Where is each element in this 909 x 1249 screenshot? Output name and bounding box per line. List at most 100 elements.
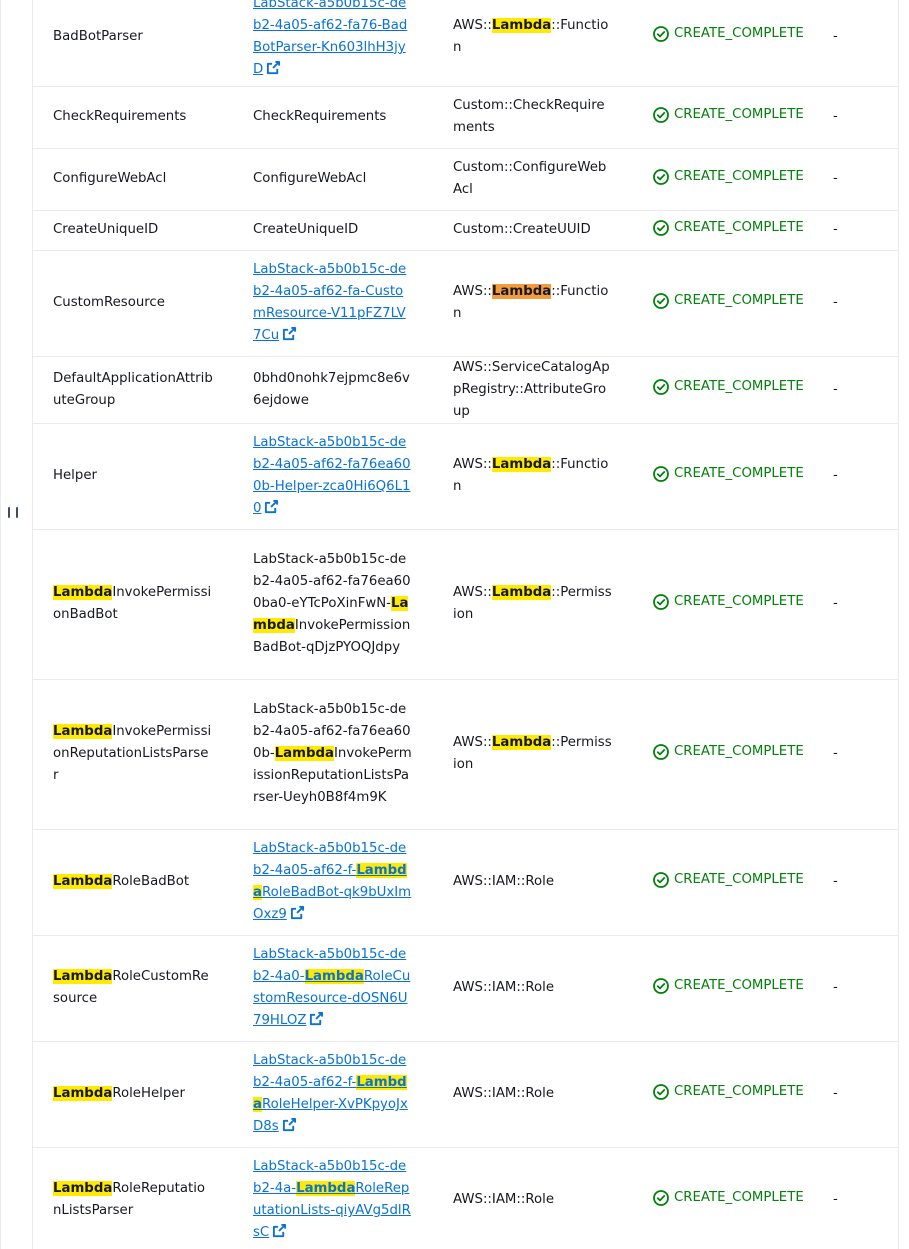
resources-table-container: BadBotParser LabStack-a5b0b15c-deb2-4a05-… [33,0,899,1249]
external-link-icon [267,60,281,74]
search-match: Lambda [53,1086,113,1101]
table-row[interactable]: CustomResource LabStack-a5b0b15c-deb2-4a0… [33,250,898,357]
logical-id-cell: DefaultApplicationAttributeGroup [33,356,233,424]
status-reason-cell: - [813,148,898,211]
stack-resources-panel: BadBotParser LabStack-a5b0b15c-deb2-4a05-… [0,0,909,1249]
table-row[interactable]: LambdaRoleHelper LabStack-a5b0b15c-deb2-4… [33,1041,898,1148]
text-segment: CheckRequirements [53,109,187,124]
table-row[interactable]: CreateUniqueID CreateUniqueID Custom::Crea… [33,210,898,251]
logical-id-cell: CreateUniqueID [33,210,233,251]
text-segment: AWS::IAM::Role [453,874,555,889]
physical-id-cell[interactable]: LabStack-a5b0b15c-deb2-4a05-af62-f-Lambd… [233,1041,433,1148]
status-cell: CREATE_COMPLETE [633,210,813,251]
physical-id-cell[interactable]: LabStack-a5b0b15c-deb2-4a-LambdaRoleRepu… [233,1147,433,1249]
status-cell: CREATE_COMPLETE [633,0,813,87]
status-cell: CREATE_COMPLETE [633,1041,813,1148]
status-success-icon [653,465,669,482]
status-reason-cell: - [813,1147,898,1249]
status-label: CREATE_COMPLETE [674,106,804,122]
logical-id-cell: LambdaRoleCustomResource [33,935,233,1042]
table-row[interactable]: LambdaRoleCustomResource LabStack-a5b0b15… [33,935,898,1042]
status-label: CREATE_COMPLETE [674,1189,804,1205]
table-row[interactable]: LambdaInvokePermissionReputationListsPar… [33,679,898,830]
status-cell: CREATE_COMPLETE [633,1147,813,1249]
text-segment: LabStack-a5b0b15c-deb2-4a05-af62-fa76ea6… [253,552,411,611]
search-match: Lambda [304,969,364,984]
table-row[interactable]: ConfigureWebAcl ConfigureWebAcl Custom::Co… [33,148,898,211]
status-reason-cell: - [813,0,898,87]
logical-id-cell: LambdaRoleBadBot [33,829,233,936]
physical-id-cell[interactable]: LabStack-a5b0b15c-deb2-4a05-af62-f-Lambd… [233,829,433,936]
status-reason-cell: - [813,529,898,680]
text-segment: AWS::IAM::Role [453,1086,555,1101]
physical-id-cell: CreateUniqueID [233,210,433,251]
physical-id-link[interactable]: LabStack-a5b0b15c-deb2-4a05-af62-f-Lambd… [253,1053,408,1134]
status-cell: CREATE_COMPLETE [633,86,813,149]
search-match: Lambda [491,457,552,472]
status-badge: CREATE_COMPLETE [653,869,804,891]
table-row[interactable]: CheckRequirements CheckRequirements Custom… [33,86,898,149]
split-panel-rail [0,0,33,1249]
table-row[interactable]: LambdaInvokePermissionBadBot LabStack-a5b… [33,529,898,680]
status-cell: CREATE_COMPLETE [633,829,813,936]
physical-id-link[interactable]: LabStack-a5b0b15c-deb2-4a05-af62-f-Lambd… [253,841,411,922]
search-match: Lambda [491,17,552,33]
physical-id-link[interactable]: LabStack-a5b0b15c-deb2-4a05-af62-fa-Cust… [253,262,406,343]
text-segment: AWS:: [453,284,492,299]
external-link-icon [290,905,304,920]
external-link-icon [310,1011,324,1026]
physical-id-cell[interactable]: LabStack-a5b0b15c-deb2-4a05-af62-fa76-Ba… [233,0,433,87]
physical-id-link[interactable]: LabStack-a5b0b15c-deb2-4a05-af62-fa76-Ba… [253,0,407,77]
external-link-icon [283,326,297,341]
status-label: CREATE_COMPLETE [674,219,804,235]
resource-type-cell: AWS::Lambda::Permission [433,679,633,830]
logical-id-cell: CustomResource [33,250,233,357]
logical-id-cell: CheckRequirements [33,86,233,149]
table-row[interactable]: LambdaRoleReputationListsParser LabStack-… [33,1147,898,1249]
resource-type-cell: AWS::IAM::Role [433,829,633,936]
status-success-icon [653,1083,669,1100]
logical-id-cell: LambdaInvokePermissionReputationListsPar… [33,679,233,830]
table-row[interactable]: LambdaRoleBadBot LabStack-a5b0b15c-deb2-4… [33,829,898,936]
text-segment: AWS:: [453,457,492,472]
resource-type-cell: AWS::ServiceCatalogAppRegistry::Attribut… [433,356,633,424]
status-success-icon [653,977,669,994]
logical-id-cell: ConfigureWebAcl [33,148,233,211]
text-segment: ConfigureWebAcl [253,171,367,186]
status-reason-cell: - [813,250,898,357]
table-row[interactable]: DefaultApplicationAttributeGroup 0bhd0noh… [33,356,898,424]
status-label: CREATE_COMPLETE [674,26,804,42]
text-segment: AWS:: [453,17,492,33]
status-success-icon [653,871,669,888]
physical-id-cell: 0bhd0nohk7ejpmc8e6v6ejdowe [233,356,433,424]
status-success-icon [653,1189,669,1206]
physical-id-cell[interactable]: LabStack-a5b0b15c-deb2-4a0-LambdaRoleCus… [233,935,433,1042]
status-badge: CREATE_COMPLETE [653,23,804,45]
status-success-icon [653,743,669,760]
status-badge: CREATE_COMPLETE [653,376,804,398]
status-badge: CREATE_COMPLETE [653,463,804,485]
status-label: CREATE_COMPLETE [674,593,804,609]
physical-id-cell[interactable]: LabStack-a5b0b15c-deb2-4a05-af62-fa76ea6… [233,423,433,530]
resource-type-cell: AWS::Lambda::Function [433,250,633,357]
status-success-icon [653,379,669,395]
physical-id-link[interactable]: LabStack-a5b0b15c-deb2-4a0-LambdaRoleCus… [253,947,410,1028]
physical-id-cell: CheckRequirements [233,86,433,149]
physical-id-cell[interactable]: LabStack-a5b0b15c-deb2-4a05-af62-fa-Cust… [233,250,433,357]
table-row[interactable]: BadBotParser LabStack-a5b0b15c-deb2-4a05-… [33,0,898,87]
table-row[interactable]: Helper LabStack-a5b0b15c-deb2-4a05-af62-f… [33,423,898,530]
physical-id-cell: ConfigureWebAcl [233,148,433,211]
physical-id-link[interactable]: LabStack-a5b0b15c-deb2-4a05-af62-fa76ea6… [253,435,411,516]
resource-type-cell: AWS::IAM::Role [433,1147,633,1249]
status-label: CREATE_COMPLETE [674,379,804,394]
status-reason-cell: - [813,1041,898,1148]
physical-id-link[interactable]: LabStack-a5b0b15c-deb2-4a-LambdaRoleRepu… [253,1159,411,1240]
logical-id-cell: LambdaInvokePermissionBadBot [33,529,233,680]
status-label: CREATE_COMPLETE [674,1083,804,1099]
status-success-icon [653,106,669,123]
text-segment: DefaultApplicationAttributeGroup [53,370,213,408]
resize-handle-icon[interactable] [8,507,18,521]
text-segment: RoleBadBot-qk9bUxImOxz9 [253,885,412,922]
status-cell: CREATE_COMPLETE [633,935,813,1042]
external-link-icon [273,1223,287,1238]
